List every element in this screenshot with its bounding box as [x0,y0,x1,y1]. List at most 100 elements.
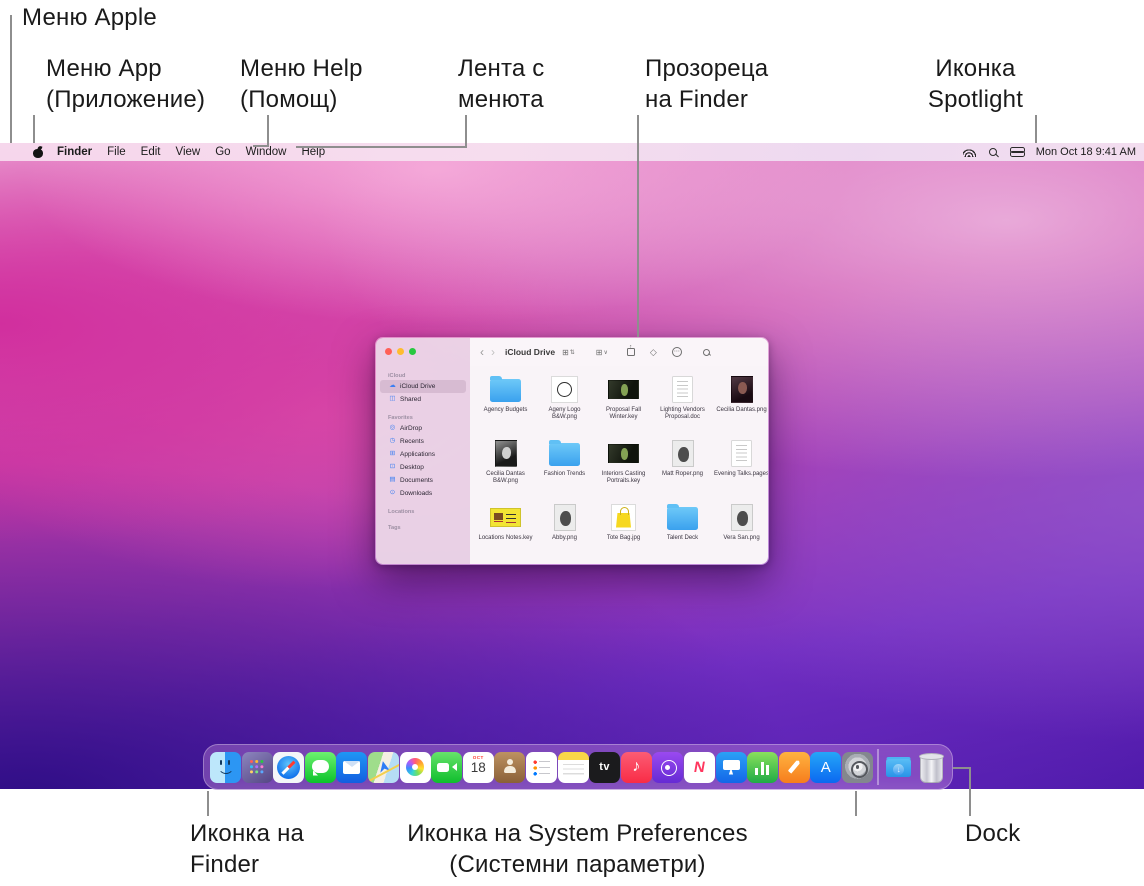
back-button[interactable]: ‹ [480,346,484,358]
desktop-wallpaper[interactable]: FinderFileEditViewGoWindowHelp Mon Oct 1… [0,143,1144,789]
callout-line-help-menu-elbow [253,145,269,147]
file-thumbnail-wrap [490,499,521,535]
file-thumbnail-wrap [551,371,578,407]
file-item[interactable]: Lighting Vendors Proposal.doc [653,371,712,435]
callout-line-menu-bar [465,115,467,148]
file-thumbnail [551,376,578,403]
dock-item-launchpad[interactable] [242,744,273,790]
app-icon [526,752,557,783]
file-item[interactable]: Ageny Logo B&W.png [535,371,594,435]
minimize-button[interactable] [397,348,404,355]
close-button[interactable] [385,348,392,355]
dock-item-photos[interactable] [400,744,431,790]
callout-finder-icon-line2: Finder [190,849,304,880]
group-view-button[interactable]: ⊞∨ [596,348,608,357]
callout-finder-icon-line1: Иконка на [190,818,304,849]
search-button[interactable] [703,349,710,356]
dock-item-mail[interactable] [336,744,367,790]
dock-item-calendar[interactable]: OCT 18 [463,744,494,790]
dock-item-pages[interactable] [779,744,810,790]
file-name: Talent Deck [667,535,698,542]
zoom-button[interactable] [409,348,416,355]
menu-item-file[interactable]: File [107,146,126,158]
dock-item-music[interactable]: ♪ [621,744,652,790]
sidebar-item-label: Locations [388,509,414,515]
file-thumbnail-wrap [672,371,693,407]
app-icon [273,752,304,783]
sidebar-row-downloads[interactable]: Downloads [380,487,466,500]
menu-bar-clock[interactable]: Mon Oct 18 9:41 AM [1036,146,1136,158]
callout-menu-bar-line1: Лента с [458,53,545,84]
app-icon [210,752,241,783]
sidebar-row-cloud[interactable]: iCloud Drive [380,380,466,393]
file-item[interactable]: Talent Deck [653,499,712,563]
apple-menu-icon[interactable] [33,146,43,158]
sidebar-item-label: Documents [400,477,433,484]
sidebar-item-icon [388,477,397,484]
file-item[interactable]: Proposal Fall Winter.key [594,371,653,435]
file-name: Locations Notes.key [478,535,532,542]
file-item[interactable]: Locations Notes.key [476,499,535,563]
menu-item-go[interactable]: Go [215,146,230,158]
app-icon-text-2: 18 [471,760,486,776]
menu-item-view[interactable]: View [176,146,201,158]
forward-button[interactable]: › [491,346,495,358]
dock-item-keynote[interactable] [716,744,747,790]
menu-item-edit[interactable]: Edit [141,146,161,158]
dock-item-messages[interactable] [305,744,336,790]
app-icon-text: A [821,759,831,776]
sidebar-row-applications[interactable]: Applications [380,448,466,461]
sidebar-item-icon [388,425,397,432]
dock-item-sysprefs[interactable] [842,744,873,790]
file-item[interactable]: Vera San.png [712,499,769,563]
dock-item-downloads[interactable]: ↓ [883,744,914,790]
window-title: iCloud Drive [505,347,555,357]
sidebar-row-airdrop[interactable]: AirDrop [380,422,466,435]
tag-button[interactable]: ◇ [650,347,657,358]
dock-item-reminders[interactable] [526,744,557,790]
sidebar-row-desktop[interactable]: Desktop [380,461,466,474]
app-icon [716,752,747,783]
sidebar-item-label: iCloud Drive [400,383,435,390]
app-icon [242,752,273,783]
share-button[interactable] [627,348,635,356]
callout-line-finder-window [637,115,639,337]
dock-item-numbers[interactable] [747,744,778,790]
dock-item-maps[interactable] [368,744,399,790]
dock-item-podcasts[interactable] [652,744,683,790]
file-item[interactable]: Interiors Casting Portraits.key [594,435,653,499]
sidebar-row-documents[interactable]: Documents [380,474,466,487]
menu-item-window[interactable]: Window [246,146,287,158]
file-thumbnail-wrap [549,435,580,471]
more-options-button[interactable]: ⋯ [672,347,682,357]
dock-item-appstore[interactable]: A [810,744,841,790]
file-item[interactable]: Abby.png [535,499,594,563]
callout-spotlight-line2: Spotlight [893,84,1058,115]
control-center-icon[interactable] [1010,147,1023,157]
dock-item-news[interactable]: N [684,744,715,790]
spotlight-search-icon[interactable] [989,148,997,156]
dock-item-tv[interactable]: tv [589,744,620,790]
app-icon: OCT 18 [463,752,494,783]
app-icon [494,752,525,783]
dock-item-notes[interactable] [558,744,589,790]
dock-item-facetime[interactable] [431,744,462,790]
file-item[interactable]: Matt Roper.png [653,435,712,499]
dock-item-contacts[interactable] [494,744,525,790]
sidebar-row-shared[interactable]: Shared [380,393,466,406]
view-toggle-button[interactable]: ⊞⇅ [562,348,575,357]
file-item[interactable]: Tote Bag.jpg [594,499,653,563]
wifi-icon[interactable] [963,148,976,157]
menu-item-finder[interactable]: Finder [57,146,92,158]
file-item[interactable]: Cecilia Dantas.png [712,371,769,435]
file-item[interactable]: Cecilia Dantas B&W.png [476,435,535,499]
file-item[interactable]: Fashion Trends [535,435,594,499]
dock-item-trash[interactable] [915,744,946,790]
sidebar-row-recents[interactable]: Recents [380,435,466,448]
file-thumbnail-wrap [667,499,698,535]
file-item[interactable]: Evening Talks.pages [712,435,769,499]
file-item[interactable]: Agency Budgets [476,371,535,435]
file-thumbnail-wrap [611,499,636,535]
dock-item-safari[interactable] [273,744,304,790]
dock-item-finder[interactable] [210,744,241,790]
